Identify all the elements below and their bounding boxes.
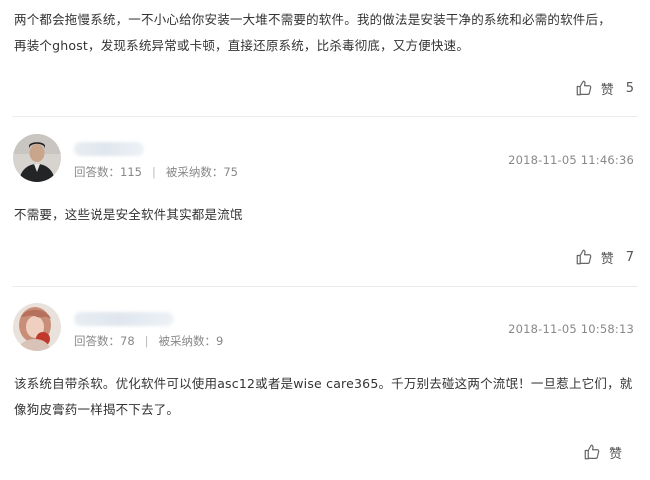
divider [12, 116, 638, 117]
divider [12, 286, 638, 287]
answers-count-stat: 回答数：115 [74, 165, 142, 179]
answer-text: 不需要，这些说是安全软件其实都是流氓 [14, 202, 644, 228]
stats-separator: | [151, 165, 156, 179]
thumbs-up-icon [575, 248, 593, 266]
answers-count-stat: 回答数：78 [74, 334, 135, 348]
thumbs-up-icon [583, 443, 601, 461]
username-redacted [74, 142, 144, 156]
user-stats: 回答数：78 | 被采纳数：9 [74, 333, 223, 349]
answer-list: 两个都会拖慢系统，一不小心给你安装一大堆不需要的软件。我的做法是安装干净的系统和… [0, 0, 650, 480]
thumbs-up-icon [575, 79, 593, 97]
avatar[interactable] [13, 134, 61, 182]
avatar[interactable] [13, 303, 61, 351]
like-button[interactable]: 赞 5 [575, 77, 634, 99]
username-redacted [74, 312, 174, 326]
like-count: 7 [625, 249, 634, 265]
answer-text-line: 两个都会拖慢系统，一不小心给你安装一大堆不需要的软件。我的做法是安装干净的系统和… [14, 12, 611, 27]
answer-timestamp: 2018-11-05 11:46:36 [508, 153, 634, 167]
answer-text: 该系统自带杀软。优化软件可以使用asc12或者是wise care365。千万别… [14, 371, 644, 423]
adopted-count-stat: 被采纳数：75 [165, 165, 238, 179]
user-stats: 回答数：115 | 被采纳数：75 [74, 164, 238, 180]
adopted-count-stat: 被采纳数：9 [158, 334, 224, 348]
answer-text-line: 再装个ghost，发现系统异常或卡顿，直接还原系统，比杀毒彻底，又方便快速。 [14, 38, 470, 53]
stats-separator: | [144, 334, 149, 348]
like-label: 赞 [600, 82, 614, 98]
like-button[interactable]: 赞 [583, 441, 634, 463]
like-label: 赞 [600, 251, 614, 267]
like-label: 赞 [608, 446, 622, 462]
answer-text-line: 不需要，这些说是安全软件其实都是流氓 [14, 207, 243, 222]
answer-text: 两个都会拖慢系统，一不小心给你安装一大堆不需要的软件。我的做法是安装干净的系统和… [14, 7, 644, 59]
like-button[interactable]: 赞 7 [575, 246, 634, 268]
answer-text-line: 该系统自带杀软。优化软件可以使用asc12或者是wise care365。千万别… [14, 376, 633, 391]
answer-timestamp: 2018-11-05 10:58:13 [508, 322, 634, 336]
answer-text-line: 像狗皮膏药一样揭不下去了。 [14, 402, 180, 417]
like-count: 5 [625, 80, 634, 96]
